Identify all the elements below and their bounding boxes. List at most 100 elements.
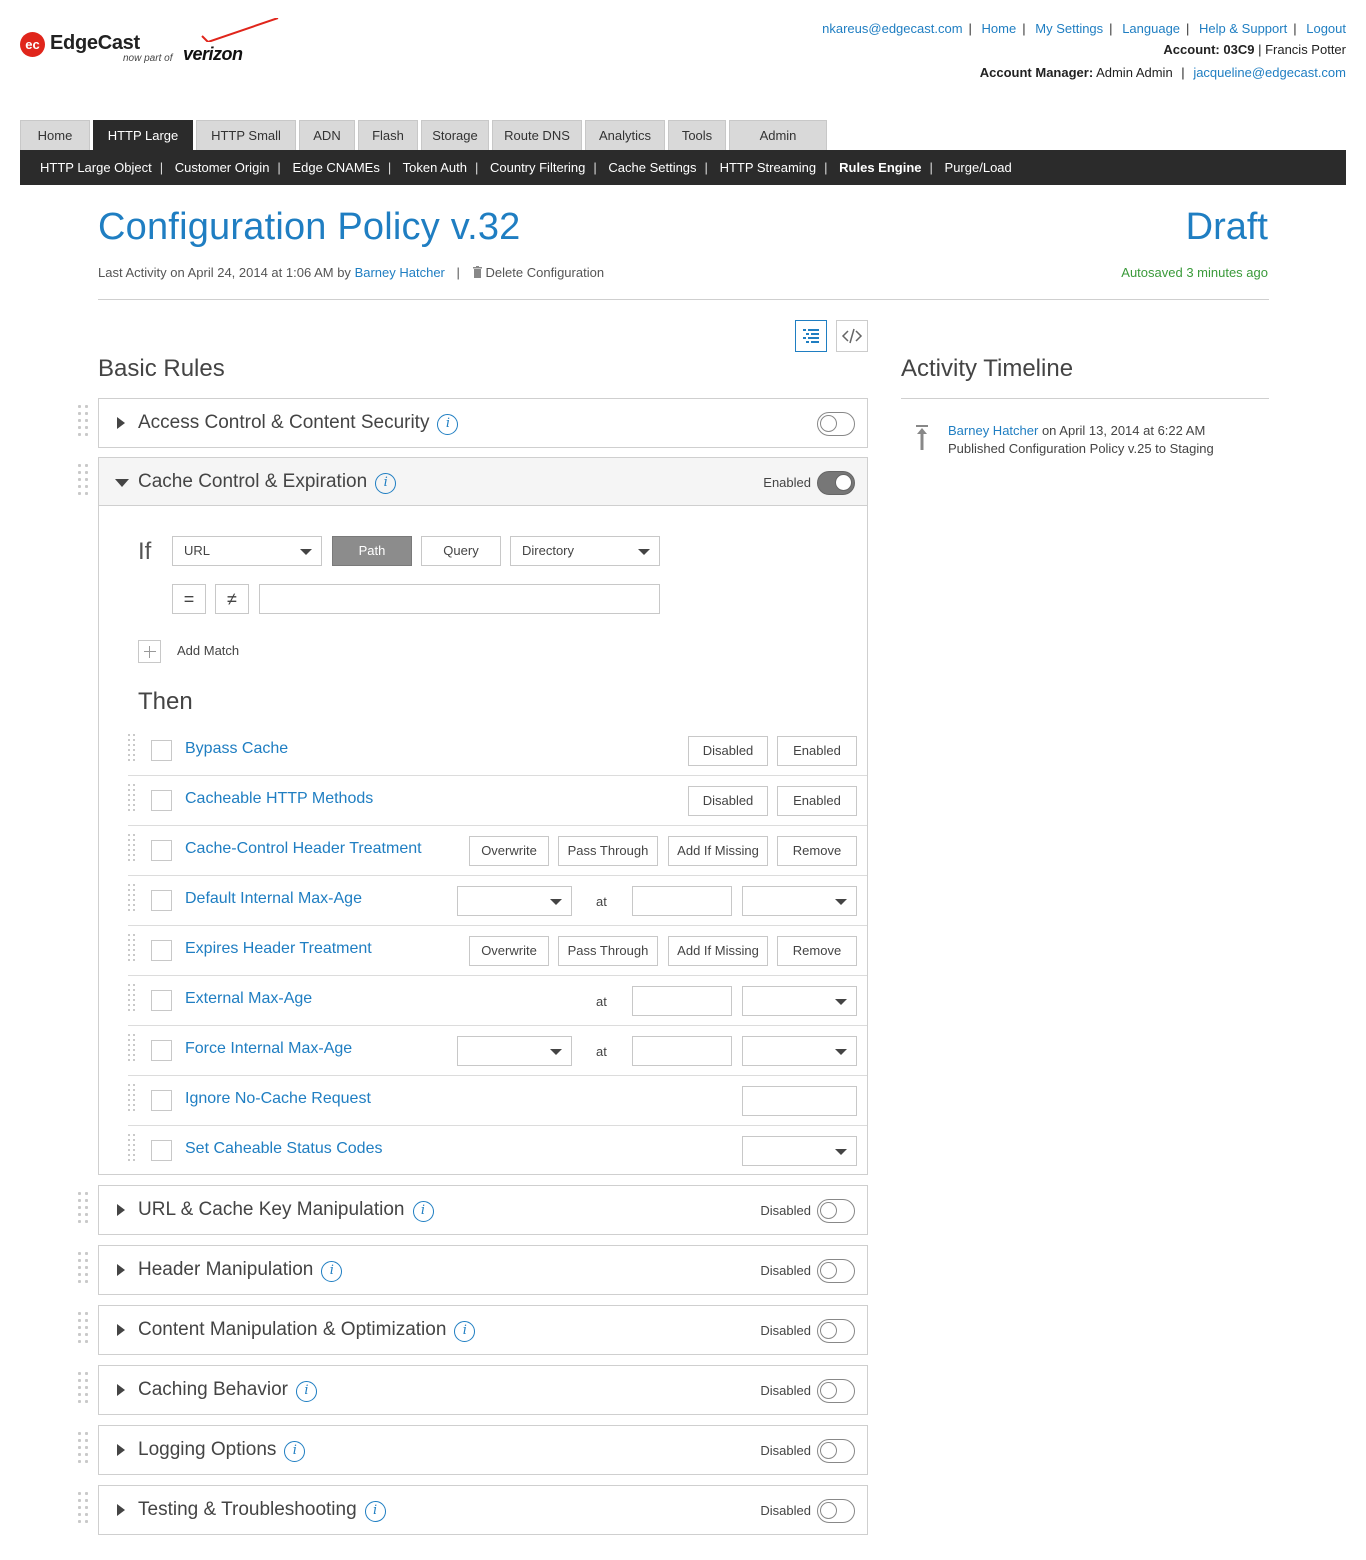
info-icon[interactable]: i: [437, 414, 459, 435]
time-unit-select[interactable]: [742, 986, 857, 1016]
feature-name[interactable]: Cacheable HTTP Methods: [185, 790, 373, 808]
query-button[interactable]: Query: [421, 536, 501, 566]
subnav-http-streaming[interactable]: HTTP Streaming: [720, 160, 817, 175]
scope-select[interactable]: Directory: [510, 536, 660, 566]
drag-handle[interactable]: [128, 934, 136, 964]
status-code-select[interactable]: [457, 886, 572, 916]
expand-caret-icon[interactable]: [117, 1444, 125, 1456]
max-age-input[interactable]: [632, 886, 732, 916]
match-type-select[interactable]: URL: [172, 536, 322, 566]
drag-handle[interactable]: [78, 405, 90, 441]
section-testing-troubleshooting[interactable]: Testing & Troubleshooting i Disabled: [98, 1485, 868, 1535]
enabled-option-button[interactable]: Enabled: [777, 736, 857, 766]
feature-checkbox[interactable]: [151, 740, 172, 761]
max-age-input[interactable]: [632, 986, 732, 1016]
pass-through-button[interactable]: Pass Through: [558, 836, 658, 866]
section-logging-options[interactable]: Logging Options i Disabled: [98, 1425, 868, 1475]
delete-configuration-button[interactable]: Delete Configuration: [472, 265, 604, 280]
section-toggle[interactable]: [817, 1379, 855, 1403]
section-url-cache-key[interactable]: URL & Cache Key Manipulation i Disabled: [98, 1185, 868, 1235]
time-unit-select[interactable]: [742, 1036, 857, 1066]
tab-admin[interactable]: Admin: [729, 120, 827, 150]
drag-handle[interactable]: [128, 734, 136, 764]
subnav-token-auth[interactable]: Token Auth: [403, 160, 467, 175]
drag-handle[interactable]: [128, 834, 136, 864]
drag-handle[interactable]: [128, 884, 136, 914]
expand-caret-icon[interactable]: [117, 1384, 125, 1396]
drag-handle[interactable]: [78, 1432, 90, 1468]
tab-http-large[interactable]: HTTP Large: [93, 120, 193, 150]
remove-button[interactable]: Remove: [777, 936, 857, 966]
drag-handle[interactable]: [78, 1312, 90, 1348]
expand-caret-icon[interactable]: [117, 1504, 125, 1516]
subnav-purge-load[interactable]: Purge/Load: [945, 160, 1012, 175]
status-codes-select[interactable]: [742, 1136, 857, 1166]
equals-button[interactable]: =: [172, 584, 206, 614]
status-code-select[interactable]: [457, 1036, 572, 1066]
remove-button[interactable]: Remove: [777, 836, 857, 866]
tab-adn[interactable]: ADN: [299, 120, 355, 150]
home-link[interactable]: Home: [982, 21, 1017, 36]
info-icon[interactable]: i: [295, 1381, 317, 1402]
section-toggle[interactable]: [817, 471, 855, 495]
subnav-country-filtering[interactable]: Country Filtering: [490, 160, 585, 175]
subnav-edge-cnames[interactable]: Edge CNAMEs: [292, 160, 379, 175]
feature-checkbox[interactable]: [151, 840, 172, 861]
add-match-label[interactable]: Add Match: [177, 643, 239, 658]
time-unit-select[interactable]: [742, 886, 857, 916]
collapse-caret-icon[interactable]: [115, 479, 129, 487]
tab-flash[interactable]: Flash: [358, 120, 418, 150]
expand-caret-icon[interactable]: [117, 1324, 125, 1336]
edgecast-logo[interactable]: ec EdgeCast now part of verizon: [20, 18, 279, 68]
info-icon[interactable]: i: [375, 473, 397, 494]
disabled-option-button[interactable]: Disabled: [688, 786, 768, 816]
overwrite-button[interactable]: Overwrite: [469, 936, 549, 966]
language-link[interactable]: Language: [1122, 21, 1180, 36]
help-support-link[interactable]: Help & Support: [1199, 21, 1287, 36]
drag-handle[interactable]: [128, 984, 136, 1014]
add-if-missing-button[interactable]: Add If Missing: [668, 936, 768, 966]
subnav-customer-origin[interactable]: Customer Origin: [175, 160, 270, 175]
drag-handle[interactable]: [78, 1492, 90, 1528]
feature-checkbox[interactable]: [151, 1040, 172, 1061]
info-icon[interactable]: i: [454, 1321, 476, 1342]
section-toggle[interactable]: [817, 1499, 855, 1523]
code-view-button[interactable]: [836, 320, 868, 352]
overwrite-button[interactable]: Overwrite: [469, 836, 549, 866]
drag-handle[interactable]: [128, 1034, 136, 1064]
drag-handle[interactable]: [78, 1372, 90, 1408]
match-value-input[interactable]: [259, 584, 660, 614]
path-button[interactable]: Path: [332, 536, 412, 566]
user-email-link[interactable]: nkareus@edgecast.com: [822, 21, 962, 36]
section-toggle[interactable]: [817, 1439, 855, 1463]
section-toggle[interactable]: [817, 1199, 855, 1223]
add-if-missing-button[interactable]: Add If Missing: [668, 836, 768, 866]
section-access-control[interactable]: Access Control & Content Security i: [98, 398, 868, 448]
pass-through-button[interactable]: Pass Through: [558, 936, 658, 966]
timeline-user-link[interactable]: Barney Hatcher: [948, 423, 1038, 438]
manager-email-link[interactable]: jacqueline@edgecast.com: [1193, 65, 1346, 80]
subnav-rules-engine[interactable]: Rules Engine: [839, 160, 921, 175]
tab-storage[interactable]: Storage: [421, 120, 489, 150]
expand-caret-icon[interactable]: [117, 1204, 125, 1216]
feature-checkbox[interactable]: [151, 940, 172, 961]
tab-analytics[interactable]: Analytics: [585, 120, 665, 150]
logout-link[interactable]: Logout: [1306, 21, 1346, 36]
drag-handle[interactable]: [78, 1192, 90, 1228]
feature-checkbox[interactable]: [151, 1090, 172, 1111]
expand-caret-icon[interactable]: [117, 417, 125, 429]
section-header[interactable]: Cache Control & Expiration i Enabled: [99, 458, 867, 506]
tab-http-small[interactable]: HTTP Small: [196, 120, 296, 150]
feature-name[interactable]: Force Internal Max-Age: [185, 1040, 352, 1058]
feature-name[interactable]: Expires Header Treatment: [185, 940, 372, 958]
my-settings-link[interactable]: My Settings: [1035, 21, 1103, 36]
feature-checkbox[interactable]: [151, 990, 172, 1011]
tab-home[interactable]: Home: [20, 120, 90, 150]
feature-name[interactable]: Bypass Cache: [185, 740, 288, 758]
expand-caret-icon[interactable]: [117, 1264, 125, 1276]
section-toggle[interactable]: [817, 1259, 855, 1283]
add-match-icon[interactable]: [138, 640, 161, 663]
subnav-http-large-object[interactable]: HTTP Large Object: [40, 160, 152, 175]
info-icon[interactable]: i: [284, 1441, 306, 1462]
info-icon[interactable]: i: [412, 1201, 434, 1222]
